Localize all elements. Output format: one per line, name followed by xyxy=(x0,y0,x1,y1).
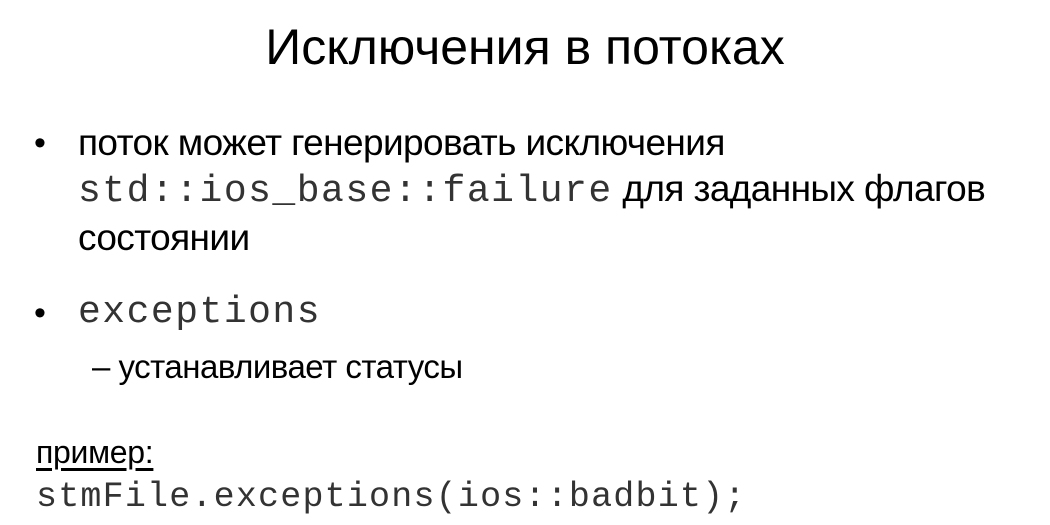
bullet-marker: • xyxy=(34,124,46,162)
sub-bullet-text: устанавливает статусы xyxy=(118,348,464,385)
code-inline: std::ios_base::failure xyxy=(78,170,613,213)
example-code: stmFile.exceptions(ios::badbit); xyxy=(36,477,747,517)
example-label: пример: xyxy=(36,434,154,470)
sub-bullet-item: – устанавливает статусы xyxy=(92,347,463,387)
sub-bullet-dash: – xyxy=(92,348,110,385)
bullet-text: поток может генерировать исключения xyxy=(78,122,725,163)
slide-title: Исключения в потоках xyxy=(265,19,785,75)
code-inline: exceptions xyxy=(78,291,322,334)
bullet-item-exceptions-description: поток может генерировать исключения std:… xyxy=(78,120,1038,261)
bullet-marker: • xyxy=(34,294,46,332)
